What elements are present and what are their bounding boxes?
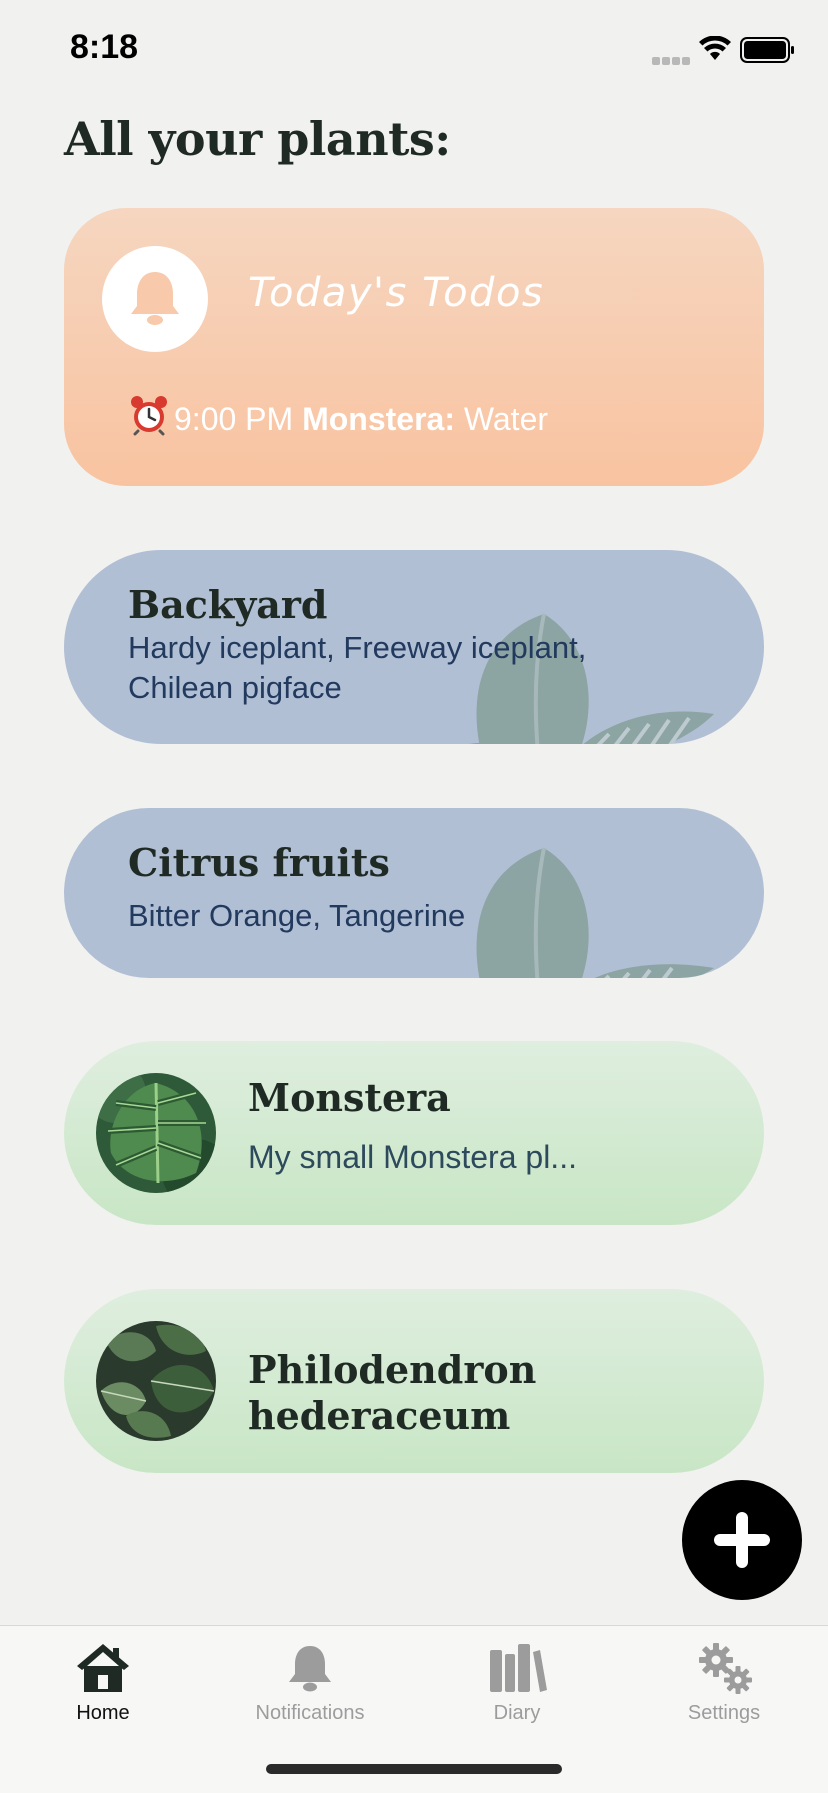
group-name: Backyard	[128, 582, 328, 627]
status-time: 8:18	[70, 28, 139, 66]
tab-notifications[interactable]: Notifications	[220, 1640, 400, 1740]
tab-label: Notifications	[255, 1702, 365, 1724]
tab-label: Settings	[687, 1702, 761, 1724]
group-card-backyard[interactable]: Backyard Hardy iceplant, Freeway iceplan…	[64, 550, 764, 744]
cellular-signal-icon	[652, 52, 692, 65]
group-plants: Bitter Orange, Tangerine	[128, 898, 466, 933]
plant-description: My small Monstera pl...	[248, 1139, 577, 1175]
plus-icon	[714, 1512, 770, 1568]
todo-item[interactable]: 9:00 PM Monstera: Water	[128, 394, 548, 438]
battery-icon	[740, 37, 794, 63]
philodendron-leaf-photo	[96, 1321, 216, 1441]
status-bar: 8:18	[0, 0, 828, 100]
bell-icon	[131, 272, 179, 325]
plant-photo	[96, 1321, 216, 1441]
home-indicator	[266, 1764, 562, 1774]
tab-home[interactable]: Home	[13, 1640, 193, 1740]
tab-label: Home	[76, 1702, 130, 1724]
group-plants: Hardy iceplant, Freeway iceplant, Chilea…	[128, 630, 587, 705]
plant-card-philodendron[interactable]: Philodendron hederaceum	[64, 1289, 764, 1473]
bell-icon	[289, 1646, 331, 1692]
plant-card-monstera[interactable]: Monstera My small Monstera pl...	[64, 1041, 764, 1225]
home-icon	[77, 1644, 129, 1692]
todo-task: Water	[463, 401, 549, 437]
gears-icon	[699, 1643, 752, 1694]
todos-card[interactable]: Today's Todos 9:00 PM Monstera: Water	[64, 208, 764, 486]
add-plant-button[interactable]	[682, 1480, 802, 1600]
tab-settings[interactable]: Settings	[634, 1640, 814, 1740]
wifi-icon	[699, 36, 731, 60]
bell-icon-circle	[102, 246, 208, 352]
books-icon	[490, 1644, 547, 1692]
todo-plant: Monstera:	[302, 401, 455, 437]
alarm-clock-icon	[131, 396, 167, 436]
tab-label: Diary	[493, 1702, 541, 1724]
page-title: All your plants:	[64, 112, 451, 166]
group-name: Citrus fruits	[128, 840, 390, 885]
plant-name: Monstera	[248, 1075, 451, 1120]
group-card-citrus-fruits[interactable]: Citrus fruits Bitter Orange, Tangerine	[64, 808, 764, 978]
todos-title: Today's Todos	[248, 270, 545, 316]
monstera-leaf-photo	[96, 1073, 216, 1193]
plant-photo	[96, 1073, 216, 1193]
leaf-decoration	[476, 847, 714, 978]
plant-name: Philodendron hederaceum	[248, 1347, 537, 1438]
todo-time: 9:00 PM	[174, 401, 294, 437]
tab-diary[interactable]: Diary	[427, 1640, 607, 1740]
